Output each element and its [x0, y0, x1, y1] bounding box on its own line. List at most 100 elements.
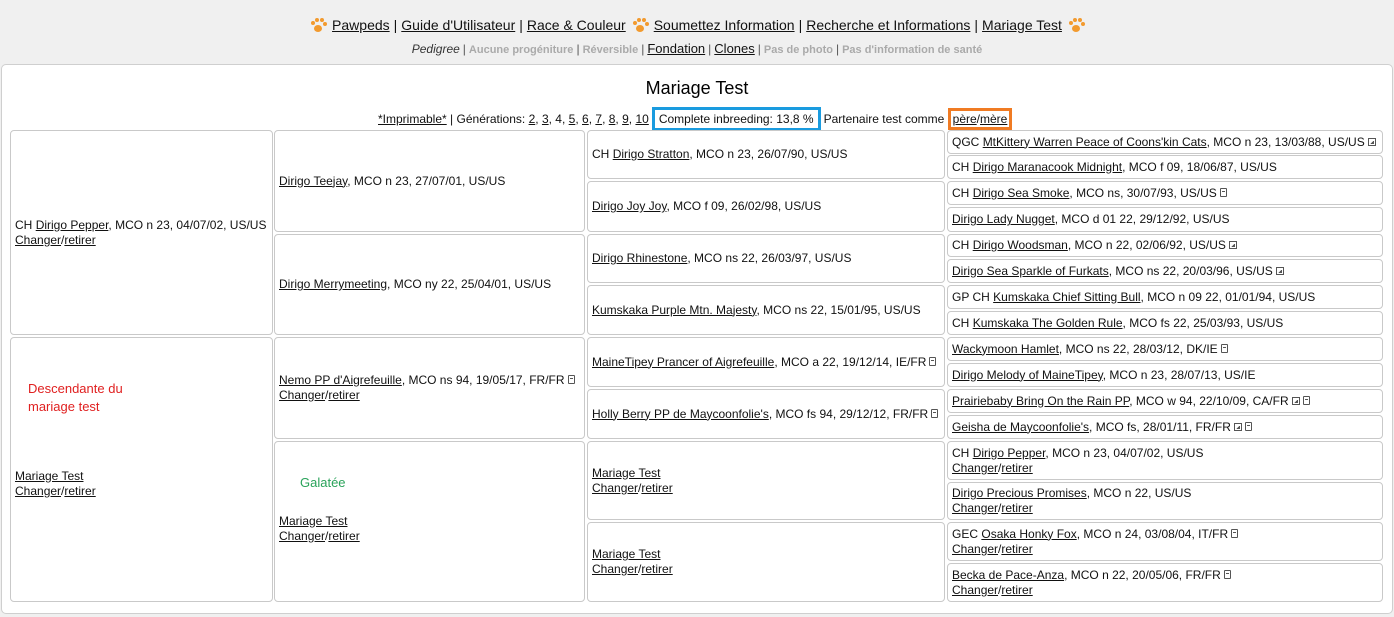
paw-icon	[632, 18, 649, 32]
health-doc-icon	[1231, 528, 1239, 538]
change-link[interactable]: Changer	[279, 529, 325, 543]
nav-breed-color[interactable]: Race & Couleur	[527, 17, 626, 33]
cat-link[interactable]: Mariage Test	[592, 466, 660, 480]
view-foundation[interactable]: Fondation	[647, 41, 705, 56]
cat-entry: Dirigo Precious Promises, MCO n 22, US/U…	[952, 486, 1192, 500]
health-doc-icon	[1220, 343, 1228, 353]
remove-link[interactable]: retirer	[1001, 501, 1032, 515]
cat-entry: Dirigo Teejay, MCO n 23, 27/07/01, US/US	[279, 173, 506, 188]
cat-link[interactable]: Mariage Test	[592, 547, 660, 561]
photo-icon[interactable]	[1291, 396, 1300, 405]
change-link[interactable]: Changer	[952, 542, 998, 556]
change-link[interactable]: Changer	[592, 562, 638, 576]
cat-link[interactable]: Kumskaka Purple Mtn. Majesty	[592, 303, 757, 317]
gen-6-link[interactable]: 6	[582, 112, 589, 126]
cat-link[interactable]: Dirigo Pepper	[36, 218, 109, 232]
nav-submit-info[interactable]: Soumettez Information	[654, 17, 795, 33]
remove-link[interactable]: retirer	[328, 388, 359, 402]
view-clones[interactable]: Clones	[714, 41, 754, 56]
health-doc-icon	[1302, 395, 1310, 405]
cat-entry: Mariage Test	[592, 547, 940, 562]
gen-8-link[interactable]: 8	[609, 112, 616, 126]
mother-link[interactable]: mère	[980, 112, 1007, 126]
cat-link[interactable]: Mariage Test	[279, 514, 347, 528]
nav-search-info[interactable]: Recherche et Informations	[806, 17, 970, 33]
gen-2-link[interactable]: 2	[529, 112, 536, 126]
cat-link[interactable]: Prairiebaby Bring On the Rain PP	[952, 394, 1129, 408]
remove-link[interactable]: retirer	[64, 233, 95, 247]
edit-actions: Changer/retirer	[15, 483, 96, 498]
cat-link[interactable]: Dirigo Sea Sparkle of Furkats	[952, 264, 1109, 278]
cat-link[interactable]: Wackymoon Hamlet	[952, 342, 1059, 356]
offspring-annotation: Descendante du mariage test	[28, 381, 123, 414]
change-link[interactable]: Changer	[15, 233, 61, 247]
cat-link[interactable]: Dirigo Maranacook Midnight	[973, 160, 1122, 174]
remove-link[interactable]: retirer	[1001, 461, 1032, 475]
remove-link[interactable]: retirer	[1001, 542, 1032, 556]
cat-link[interactable]: Dirigo Sea Smoke	[973, 186, 1070, 200]
photo-icon[interactable]	[1367, 137, 1376, 146]
cat-link[interactable]: Becka de Pace-Anza	[952, 568, 1064, 582]
nav-pawpeds[interactable]: Pawpeds	[332, 17, 390, 33]
view-no-health: Pas d'information de santé	[842, 44, 983, 56]
cat-link[interactable]: Dirigo Rhinestone	[592, 251, 687, 265]
remove-link[interactable]: retirer	[1001, 583, 1032, 597]
cat-entry: Prairiebaby Bring On the Rain PP, MCO w …	[952, 394, 1378, 409]
cat-link[interactable]: MaineTipey Prancer of Aigrefeuille	[592, 355, 774, 369]
cat-link[interactable]: Dirigo Teejay	[279, 174, 347, 188]
view-reversible: Réversible	[582, 44, 639, 56]
printable-link[interactable]: *Imprimable*	[378, 112, 447, 126]
pedigree-cell-sire: CH Dirigo Pepper, MCO n 23, 04/07/02, US…	[10, 130, 273, 335]
cat-link[interactable]: Dirigo Joy Joy	[592, 199, 666, 213]
parent-selector: père/mère	[947, 108, 1013, 130]
pedigree-cell: Dirigo Lady Nugget, MCO d 01 22, 29/12/9…	[947, 207, 1383, 232]
change-link[interactable]: Changer	[592, 481, 638, 495]
options-bar: *Imprimable* | Générations: 2, 3, 4, 5, …	[378, 107, 1013, 131]
remove-link[interactable]: retirer	[641, 562, 672, 576]
remove-link[interactable]: retirer	[328, 529, 359, 543]
cat-link[interactable]: Dirigo Stratton	[613, 147, 690, 161]
cat-entry: GP CH Kumskaka Chief Sitting Bull, MCO n…	[952, 289, 1316, 304]
cat-link[interactable]: Dirigo Melody of MaineTipey	[952, 368, 1103, 382]
cat-link[interactable]: Kumskaka The Golden Rule	[973, 316, 1123, 330]
change-link[interactable]: Changer	[952, 501, 998, 515]
cat-link[interactable]: Mariage Test	[15, 469, 83, 483]
change-link[interactable]: Changer	[952, 583, 998, 597]
cat-link[interactable]: Dirigo Pepper	[973, 446, 1046, 460]
change-link[interactable]: Changer	[952, 461, 998, 475]
pedigree-cell: Holly Berry PP de Maycoonfolie's, MCO fs…	[587, 389, 945, 439]
cat-link[interactable]: MtKittery Warren Peace of Coons'kin Cats	[983, 135, 1207, 149]
cat-link[interactable]: Dirigo Precious Promises	[952, 486, 1087, 500]
change-link[interactable]: Changer	[15, 484, 61, 498]
pedigree-cell: MaineTipey Prancer of Aigrefeuille, MCO …	[587, 337, 945, 387]
remove-link[interactable]: retirer	[64, 484, 95, 498]
gen-5-link[interactable]: 5	[569, 112, 576, 126]
cat-entry: Becka de Pace-Anza, MCO n 22, 20/05/06, …	[952, 568, 1378, 583]
cat-entry: Dirigo Melody of MaineTipey, MCO n 23, 2…	[952, 367, 1256, 382]
cat-link[interactable]: Osaka Honky Fox	[981, 527, 1076, 541]
cat-link[interactable]: Dirigo Lady Nugget	[952, 212, 1055, 226]
gen-9-link[interactable]: 9	[622, 112, 629, 126]
nav-test-mating[interactable]: Mariage Test	[982, 17, 1062, 33]
gen-10-link[interactable]: 10	[635, 112, 648, 126]
cat-entry: CH Dirigo Woodsman, MCO n 22, 02/06/92, …	[952, 238, 1378, 253]
cat-link[interactable]: Dirigo Merrymeeting	[279, 277, 387, 291]
cat-link[interactable]: Kumskaka Chief Sitting Bull	[993, 290, 1140, 304]
cat-entry: Kumskaka Purple Mtn. Majesty, MCO ns 22,…	[592, 302, 921, 317]
cat-link[interactable]: Holly Berry PP de Maycoonfolie's	[592, 407, 769, 421]
father-link[interactable]: père	[953, 112, 977, 126]
edit-actions: Changer/retirer	[15, 232, 96, 247]
cat-link[interactable]: Nemo PP d'Aigrefeuille	[279, 373, 402, 387]
cat-link[interactable]: Dirigo Woodsman	[973, 238, 1068, 252]
nav-user-guide[interactable]: Guide d'Utilisateur	[401, 17, 515, 33]
remove-link[interactable]: retirer	[641, 481, 672, 495]
gen-3-link[interactable]: 3	[542, 112, 549, 126]
photo-icon[interactable]	[1233, 422, 1242, 431]
change-link[interactable]: Changer	[279, 388, 325, 402]
photo-icon[interactable]	[1275, 266, 1284, 275]
photo-icon[interactable]	[1228, 241, 1237, 249]
gen-7-link[interactable]: 7	[595, 112, 602, 126]
pedigree-cell: Kumskaka Purple Mtn. Majesty, MCO ns 22,…	[587, 285, 945, 335]
pedigree-cell: Geisha de Maycoonfolie's, MCO fs, 28/01/…	[947, 415, 1383, 439]
cat-link[interactable]: Geisha de Maycoonfolie's	[952, 420, 1089, 434]
